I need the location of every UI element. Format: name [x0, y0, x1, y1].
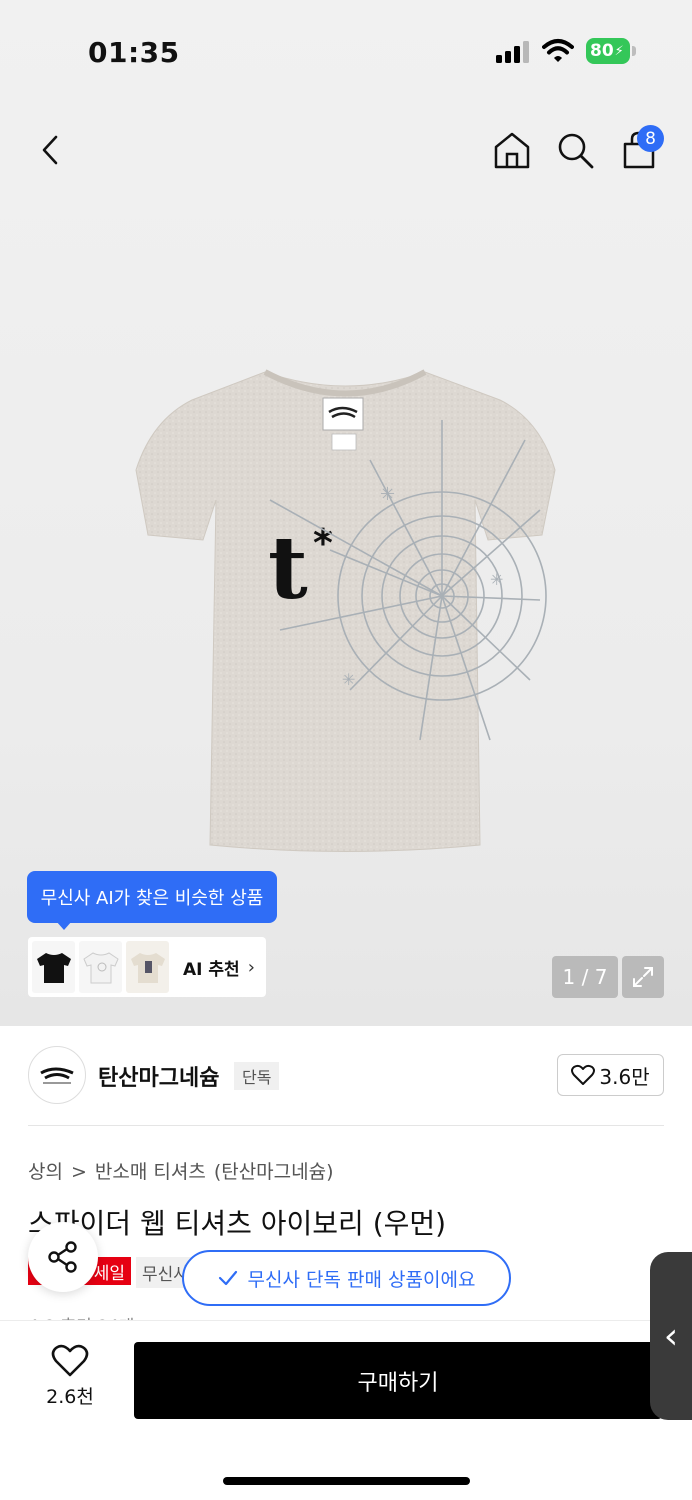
exclusive-tag: 단독 — [234, 1062, 280, 1090]
breadcrumb-subcategory[interactable]: 반소매 티셔츠 — [95, 1161, 206, 1183]
exclusive-toast-text: 무신사 단독 판매 상품이에요 — [247, 1268, 476, 1291]
battery-indicator: 80 ⚡ — [586, 38, 636, 64]
breadcrumb-separator: > — [70, 1161, 87, 1183]
divider — [28, 1125, 664, 1126]
ai-thumb-black-tee[interactable] — [32, 941, 75, 993]
product-image[interactable]: t * ✳ ✳ ✳ — [70, 360, 622, 860]
wishlist-button[interactable]: 2.6천 — [30, 1344, 110, 1416]
product-gallery[interactable]: 01:35 80 ⚡ 8 t * ✳ ✳ ✳ 무신사 AI가 찾은 비슷한 상품… — [0, 0, 692, 1026]
chevron-left-icon: ‹ — [663, 1315, 679, 1357]
side-panel-handle[interactable]: ‹ — [650, 1252, 692, 1420]
status-time: 01:35 — [88, 36, 180, 69]
svg-text:✳: ✳ — [380, 484, 395, 505]
brand-name[interactable]: 탄산마그네슘 — [98, 1060, 219, 1092]
search-button[interactable] — [553, 128, 597, 172]
wifi-icon — [542, 39, 574, 62]
heart-icon — [51, 1344, 89, 1377]
product-page: 01:35 80 ⚡ 8 t * ✳ ✳ ✳ 무신사 AI가 찾은 비슷한 상품… — [0, 0, 692, 1500]
search-icon — [558, 133, 594, 169]
exclusive-toast: 무신사 단독 판매 상품이에요 — [182, 1250, 511, 1306]
brand-logo[interactable] — [28, 1046, 86, 1104]
buy-button[interactable]: 구매하기 — [134, 1342, 662, 1419]
signal-icon — [496, 41, 529, 63]
home-icon — [494, 132, 530, 169]
brand-like-count: 3.6만 — [599, 1064, 650, 1089]
ai-bubble-tail — [56, 921, 72, 930]
check-icon — [218, 1270, 237, 1286]
svg-text:✳: ✳ — [490, 570, 503, 589]
ai-recommend-strip[interactable]: AI 추천 › — [28, 937, 266, 997]
chevron-right-icon: › — [247, 956, 255, 978]
ai-thumb-beige-tee[interactable] — [126, 941, 169, 993]
ai-thumb-white-tee[interactable] — [79, 941, 122, 993]
home-button[interactable] — [490, 128, 534, 172]
cart-count-badge: 8 — [637, 125, 664, 152]
battery-level: 80 — [590, 41, 614, 61]
ai-recommend-label[interactable]: AI 추천 — [183, 955, 240, 980]
svg-text:*: * — [313, 521, 333, 565]
charging-icon: ⚡ — [614, 43, 624, 59]
heart-icon — [571, 1064, 596, 1085]
home-indicator — [223, 1477, 470, 1485]
breadcrumb-category[interactable]: 상의 — [28, 1161, 63, 1183]
back-icon — [42, 135, 58, 165]
back-button[interactable] — [28, 128, 72, 172]
svg-text:✳: ✳ — [342, 670, 355, 689]
wishlist-count: 2.6천 — [46, 1386, 94, 1408]
ai-similar-bubble[interactable]: 무신사 AI가 찾은 비슷한 상품 — [27, 871, 277, 923]
share-icon — [48, 1241, 77, 1273]
expand-button[interactable] — [622, 956, 664, 998]
expand-icon — [633, 967, 653, 987]
breadcrumb: 상의 > 반소매 티셔츠 (탄산마그네슘) — [28, 1157, 342, 1184]
share-button[interactable] — [28, 1222, 98, 1292]
image-page-indicator: 1 / 7 — [552, 956, 618, 998]
svg-text:t: t — [268, 518, 308, 619]
brand-like-button[interactable]: 3.6만 — [557, 1054, 664, 1096]
breadcrumb-brand[interactable]: (탄산마그네슘) — [214, 1161, 334, 1183]
